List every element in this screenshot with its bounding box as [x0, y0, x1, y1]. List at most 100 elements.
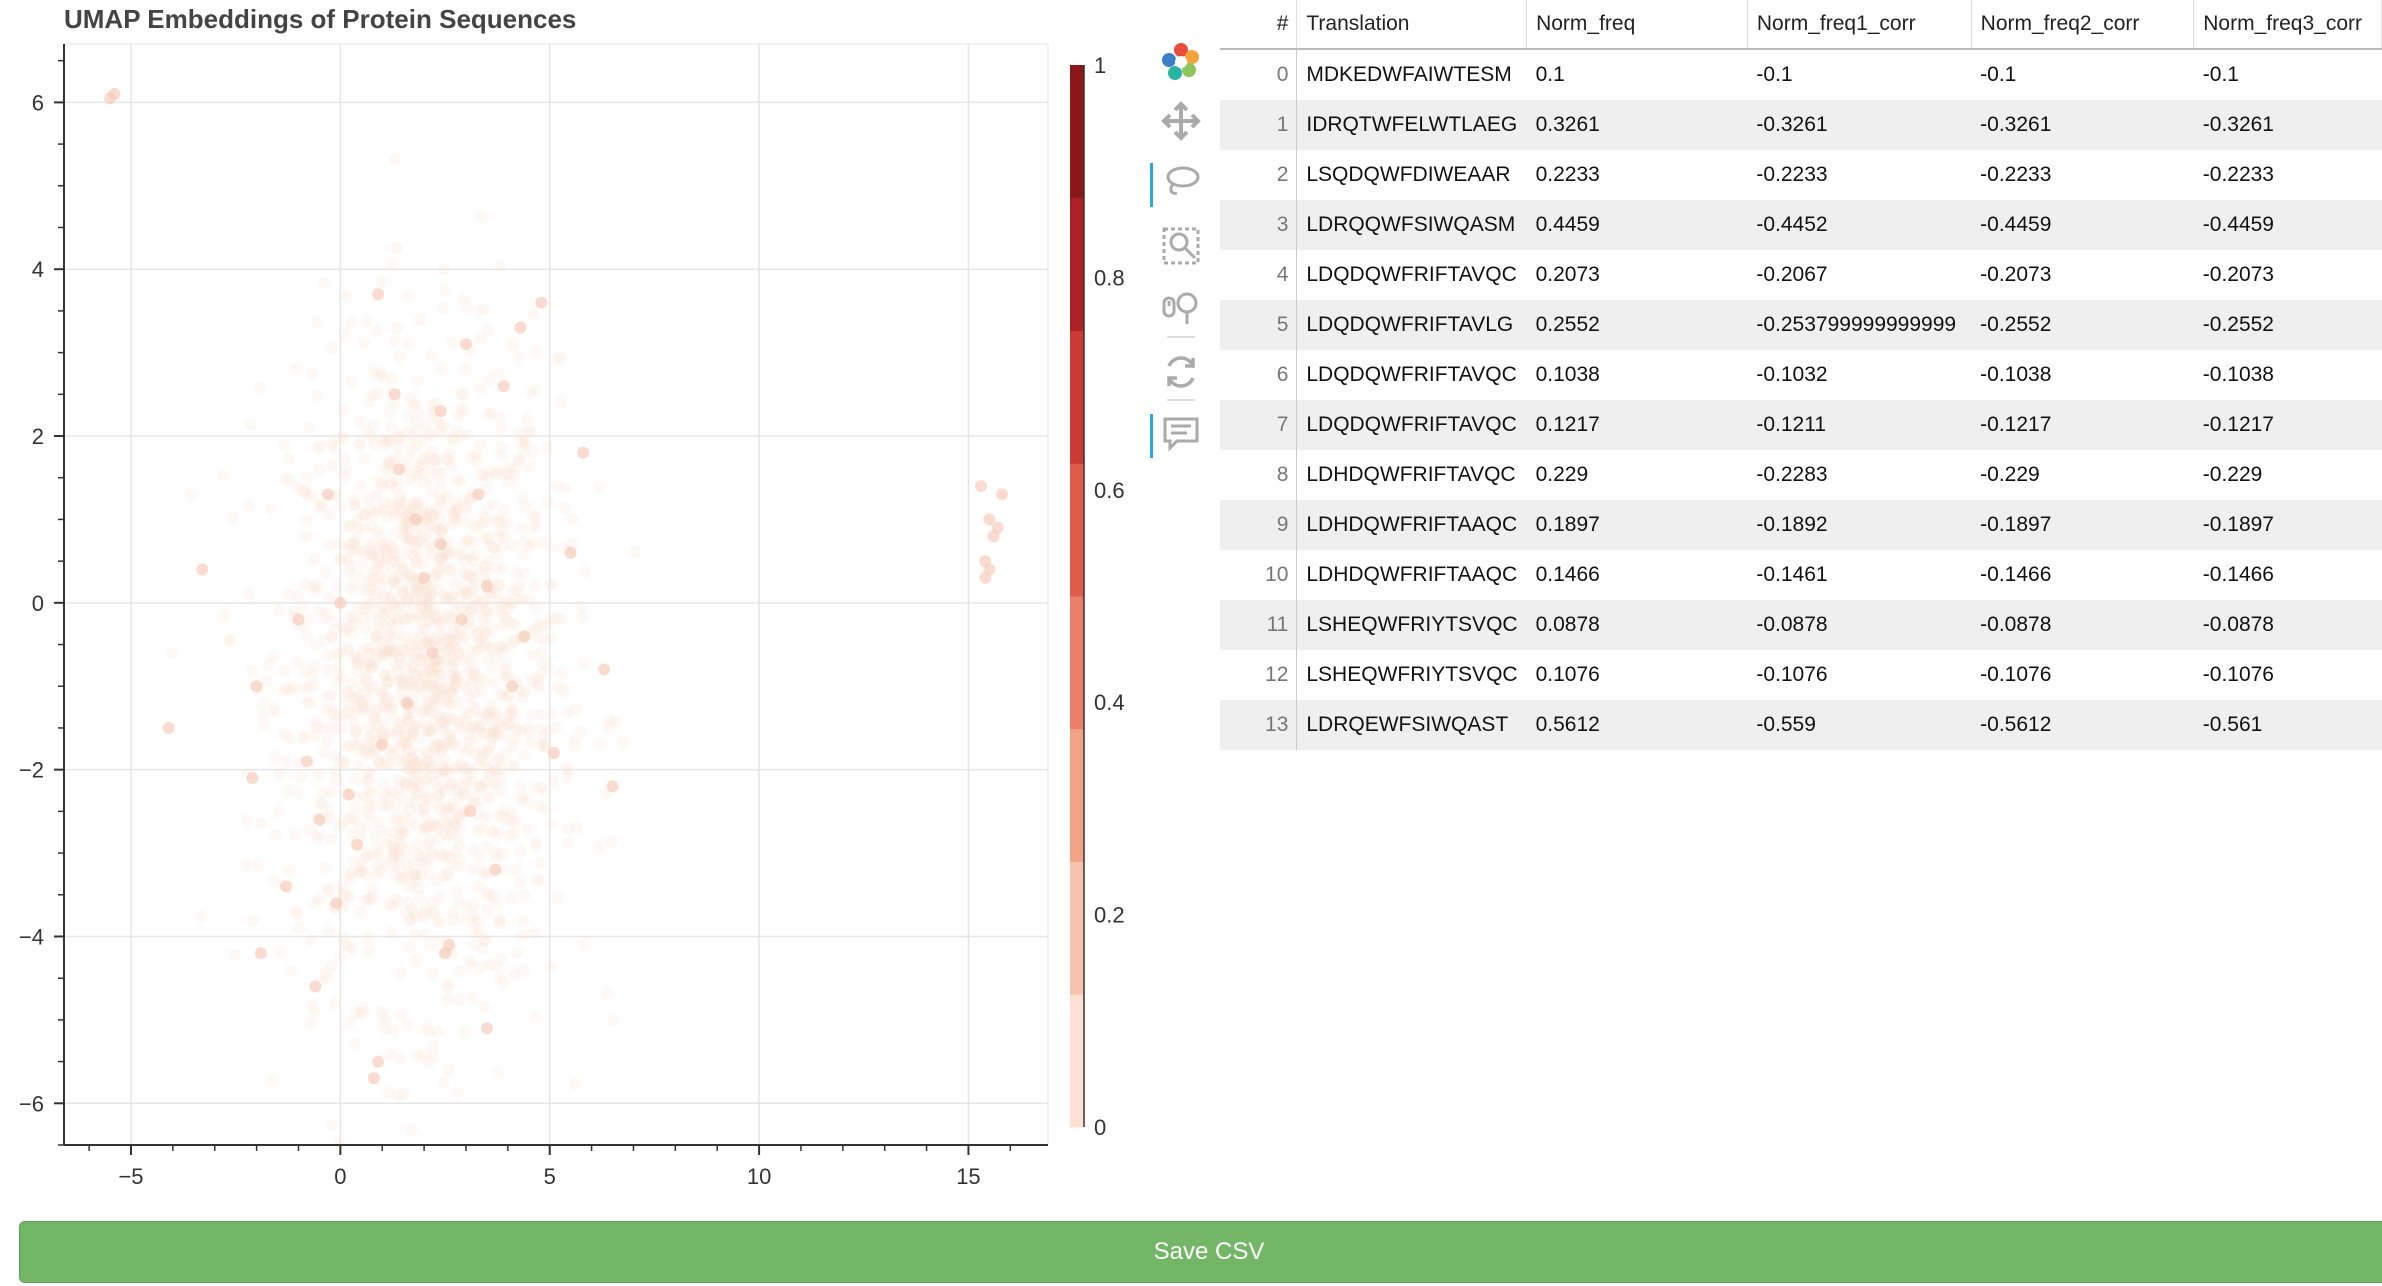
table-cell[interactable]: -0.3261: [1971, 100, 2194, 150]
save-csv-button[interactable]: Save CSV: [19, 1221, 2382, 1283]
table-row[interactable]: 9 LDHDQWFRIFTAAQC 0.1897 -0.1892 -0.1897 -0.1…: [1220, 500, 2382, 550]
table-cell[interactable]: -0.0878: [1747, 600, 1972, 650]
table-cell[interactable]: 0.229: [1527, 450, 1748, 500]
table-cell[interactable]: -0.1: [2194, 49, 2382, 100]
table-cell[interactable]: -0.1892: [1747, 500, 1972, 550]
box-zoom-tool[interactable]: [1155, 222, 1207, 274]
column-header[interactable]: Norm_freq2_corr: [1971, 0, 2195, 50]
table-cell[interactable]: -0.1897: [1971, 500, 2194, 550]
table-row[interactable]: 13 LDRQEWFSIWQAST 0.5612 -0.559 -0.5612 -0.56…: [1220, 700, 2382, 750]
table-cell[interactable]: LDQDQWFRIFTAVLG: [1296, 300, 1527, 350]
table-cell[interactable]: -0.1076: [2194, 650, 2382, 700]
table-cell[interactable]: -0.4459: [1971, 200, 2194, 250]
table-cell[interactable]: -0.2073: [2194, 250, 2382, 300]
table-cell[interactable]: -0.1217: [1971, 400, 2194, 450]
table-cell[interactable]: LDRQQWFSIWQASM: [1296, 200, 1527, 250]
table-cell[interactable]: -0.561: [2193, 700, 2382, 750]
scatter-point: [554, 395, 567, 408]
table-cell[interactable]: -0.1038: [2194, 350, 2382, 400]
table-cell[interactable]: -0.1211: [1747, 400, 1972, 450]
table-cell[interactable]: LDQDQWFRIFTAVQC: [1297, 350, 1527, 400]
table-cell[interactable]: LDQDQWFRIFTAVQC: [1296, 400, 1527, 450]
table-cell[interactable]: 0.0878: [1526, 600, 1748, 650]
table-cell[interactable]: -0.2233: [1747, 150, 1971, 200]
lasso-select-tool[interactable]: [1150, 159, 1207, 211]
table-cell[interactable]: -0.0878: [2193, 600, 2382, 650]
table-cell[interactable]: -0.2073: [1971, 250, 2194, 300]
table-row[interactable]: 3 LDRQQWFSIWQASM 0.4459 -0.4452 -0.4459 -0.44…: [1220, 200, 2382, 250]
table-cell[interactable]: LDHDQWFRIFTAVQC: [1297, 450, 1527, 500]
table-cell[interactable]: -0.229: [2194, 450, 2382, 500]
table-row[interactable]: 1 IDRQTWFELWTLAEG 0.3261 -0.3261 -0.3261 -0.3…: [1220, 100, 2382, 150]
column-header[interactable]: #: [1220, 0, 1298, 50]
table-cell[interactable]: -0.1038: [1971, 350, 2194, 400]
hover-tool[interactable]: [1150, 410, 1207, 462]
table-cell[interactable]: -0.1461: [1747, 550, 1971, 600]
table-cell[interactable]: 0.2233: [1527, 150, 1748, 200]
table-row[interactable]: 2 LSQDQWFDIWEAAR 0.2233 -0.2233 -0.2233 -0.22…: [1220, 150, 2382, 200]
table-cell[interactable]: MDKEDWFAIWTESM: [1297, 49, 1527, 100]
table-cell[interactable]: -0.2552: [2193, 300, 2382, 350]
table-row[interactable]: 10 LDHDQWFRIFTAAQC 0.1466 -0.1461 -0.1466 -0.…: [1220, 550, 2382, 600]
table-cell[interactable]: 0.2552: [1526, 300, 1748, 350]
column-header[interactable]: Translation: [1296, 0, 1528, 50]
table-cell[interactable]: 0.3261: [1526, 100, 1748, 150]
table-cell[interactable]: -0.1466: [1971, 550, 2194, 600]
table-cell[interactable]: LDHDQWFRIFTAAQC: [1297, 550, 1527, 600]
table-cell[interactable]: LDQDQWFRIFTAVQC: [1297, 250, 1527, 300]
table-cell[interactable]: -0.3261: [2193, 100, 2382, 150]
table-cell[interactable]: IDRQTWFELWTLAEG: [1296, 100, 1527, 150]
table-cell[interactable]: -0.2233: [1971, 150, 2194, 200]
table-cell[interactable]: -0.2067: [1747, 250, 1971, 300]
table-cell[interactable]: LSQDQWFDIWEAAR: [1297, 150, 1527, 200]
table-cell[interactable]: -0.1897: [2193, 500, 2382, 550]
table-cell[interactable]: -0.1032: [1747, 350, 1971, 400]
table-row[interactable]: 11 LSHEQWFRIYTSVQC 0.0878 -0.0878 -0.0878 -0.…: [1220, 600, 2382, 650]
table-cell[interactable]: -0.1: [1747, 49, 1971, 100]
table-cell[interactable]: 0.1217: [1526, 400, 1748, 450]
table-cell[interactable]: -0.4459: [2193, 200, 2382, 250]
table-cell[interactable]: LSHEQWFRIYTSVQC: [1296, 600, 1527, 650]
table-row[interactable]: 0 MDKEDWFAIWTESM 0.1 -0.1 -0.1 -0.1: [1220, 49, 2382, 100]
table-row[interactable]: 6 LDQDQWFRIFTAVQC 0.1038 -0.1032 -0.1038 -0.1…: [1220, 350, 2382, 400]
pan-tool[interactable]: [1155, 97, 1207, 149]
table-cell[interactable]: LDRQEWFSIWQAST: [1296, 700, 1527, 750]
table-cell[interactable]: 0.1897: [1526, 500, 1748, 550]
table-cell[interactable]: -0.229: [1971, 450, 2194, 500]
table-row[interactable]: 12 LSHEQWFRIYTSVQC 0.1076 -0.1076 -0.1076 -0.…: [1220, 650, 2382, 700]
table-cell[interactable]: LDHDQWFRIFTAAQC: [1296, 500, 1527, 550]
table-row[interactable]: 8 LDHDQWFRIFTAVQC 0.229 -0.2283 -0.229 -0.229: [1220, 450, 2382, 500]
table-cell[interactable]: -0.253799999999999: [1747, 300, 1972, 350]
table-cell[interactable]: -0.5612: [1971, 700, 2194, 750]
table-cell[interactable]: LSHEQWFRIYTSVQC: [1297, 650, 1527, 700]
column-header[interactable]: Norm_freq: [1526, 0, 1748, 50]
table-cell[interactable]: -0.4452: [1747, 200, 1972, 250]
table-cell[interactable]: -0.2552: [1971, 300, 2194, 350]
table-cell[interactable]: -0.2283: [1747, 450, 1971, 500]
table-cell[interactable]: 0.5612: [1526, 700, 1748, 750]
wheel-zoom-tool[interactable]: [1155, 284, 1207, 336]
table-cell[interactable]: -0.1217: [2193, 400, 2382, 450]
table-cell[interactable]: 0.1466: [1527, 550, 1748, 600]
table-cell[interactable]: -0.1466: [2194, 550, 2382, 600]
table-row[interactable]: 7 LDQDQWFRIFTAVQC 0.1217 -0.1211 -0.1217 -0.1…: [1220, 400, 2382, 450]
table-cell[interactable]: -0.559: [1747, 700, 1972, 750]
table-cell[interactable]: -0.3261: [1747, 100, 1972, 150]
table-row[interactable]: 5 LDQDQWFRIFTAVLG 0.2552 -0.253799999999999…: [1220, 300, 2382, 350]
column-header[interactable]: Norm_freq1_corr: [1747, 0, 1972, 50]
table-cell[interactable]: -0.1076: [1971, 650, 2194, 700]
table-cell[interactable]: 0.2073: [1527, 250, 1748, 300]
table-cell[interactable]: 0.1: [1527, 49, 1748, 100]
table-cell[interactable]: -0.2233: [2194, 150, 2382, 200]
table-cell[interactable]: 0.1038: [1527, 350, 1748, 400]
column-header[interactable]: Norm_freq3_corr: [2193, 0, 2382, 50]
table-row[interactable]: 4 LDQDQWFRIFTAVQC 0.2073 -0.2067 -0.2073 -0.2…: [1220, 250, 2382, 300]
reset-tool[interactable]: [1155, 348, 1207, 400]
table-cell[interactable]: 0.4459: [1526, 200, 1748, 250]
table-cell[interactable]: -0.0878: [1971, 600, 2194, 650]
umap-scatter-plot[interactable]: −5 0 5 10 15 −6 −4 −2 0 2 4 6 0 0.2 0.4 0.6 0.8 1: [0, 0, 1140, 1215]
table-cell[interactable]: -0.1: [1971, 49, 2194, 100]
table-cell[interactable]: 0.1076: [1527, 650, 1748, 700]
scatter-point: [339, 327, 352, 340]
table-cell[interactable]: -0.1076: [1747, 650, 1971, 700]
